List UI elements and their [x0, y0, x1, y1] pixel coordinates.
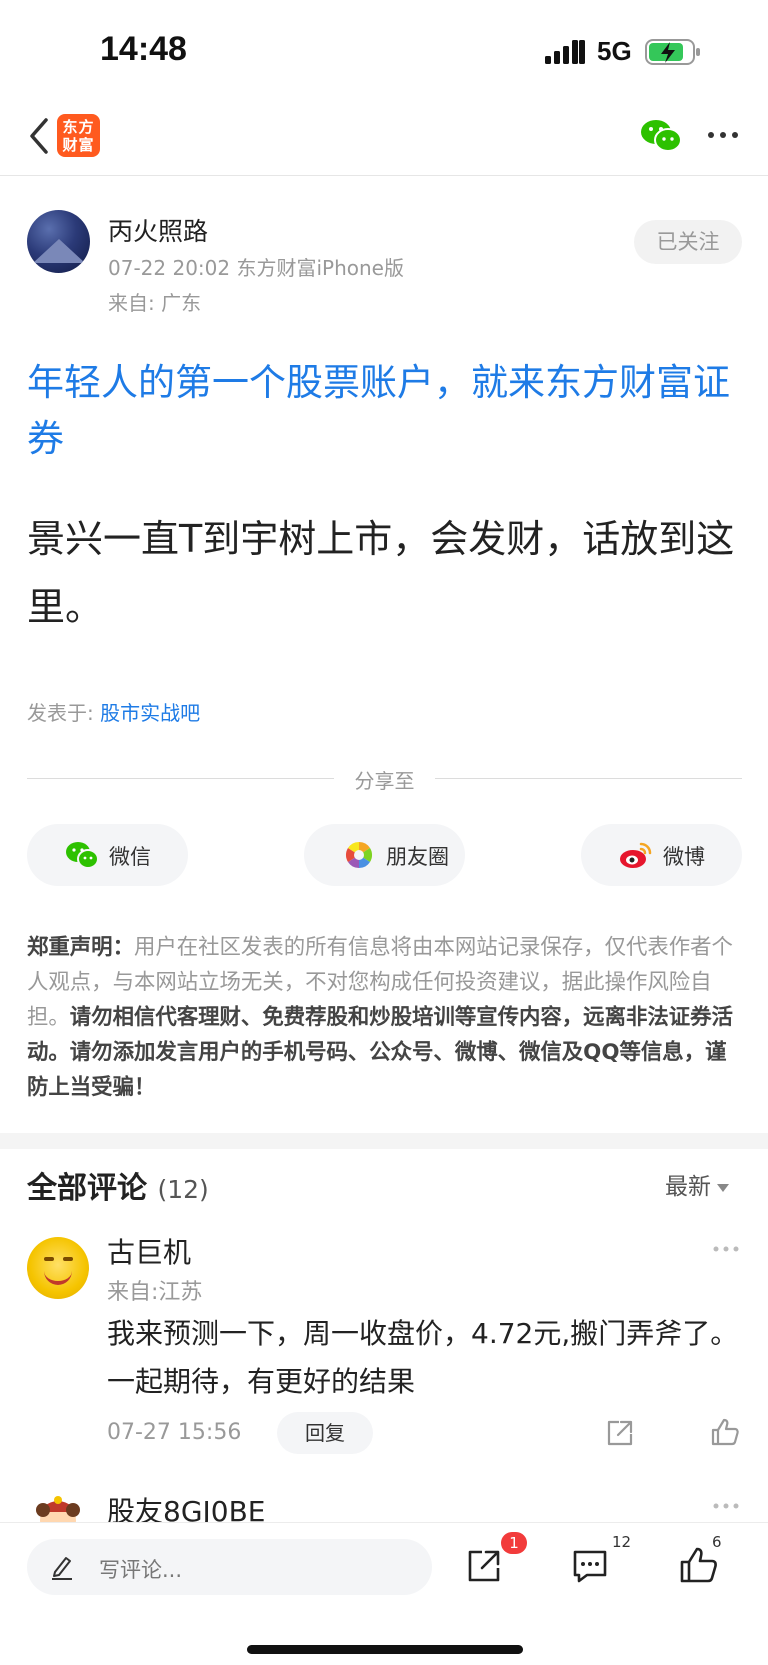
- signal-icon: [545, 40, 585, 64]
- comment-time: 07-27 15:56: [107, 1420, 242, 1445]
- share-moments-label: 朋友圈: [386, 845, 449, 869]
- wechat-icon: [66, 842, 99, 869]
- comment-share-icon[interactable]: [605, 1418, 635, 1448]
- home-indicator: [247, 1645, 523, 1654]
- share-wechat-button[interactable]: 微信: [27, 824, 188, 886]
- sort-dropdown[interactable]: 最新: [665, 1167, 729, 1201]
- share-weibo-label: 微博: [663, 845, 705, 869]
- share-wechat-label: 微信: [109, 845, 151, 869]
- battery-icon: [645, 39, 700, 65]
- comment-text: 我来预测一下，周一收盘价，4.72元,搬门弄斧了。一起期待，有更好的结果: [107, 1317, 739, 1398]
- comment-placeholder: 写评论...: [99, 1558, 183, 1582]
- disclaimer-warning: 请勿相信代客理财、免费荐股和炒股培训等宣传内容，远离非法证券活动。请勿添加发言用…: [27, 1005, 733, 1100]
- comment-more-icon[interactable]: [712, 1502, 740, 1510]
- comments-title-text: 全部评论: [27, 1171, 147, 1206]
- comment-like-icon[interactable]: [710, 1417, 740, 1447]
- pen-icon: [52, 1557, 72, 1580]
- share-badge: 1: [501, 1532, 527, 1554]
- more-icon[interactable]: [707, 125, 739, 145]
- share-divider: 分享至: [27, 765, 742, 795]
- moments-icon: [345, 841, 373, 869]
- wechat-share-icon[interactable]: [640, 118, 682, 154]
- commenter-avatar[interactable]: [27, 1237, 89, 1299]
- like-icon[interactable]: [678, 1545, 718, 1585]
- share-label: 分享至: [354, 769, 415, 793]
- disclaimer: 郑重声明：用户在社区发表的所有信息将由本网站记录保存，仅代表作者个人观点，与本网…: [27, 930, 743, 1105]
- app-logo: 东方财富: [57, 114, 100, 157]
- share-moments-button[interactable]: 朋友圈: [304, 824, 465, 886]
- like-count: 6: [712, 1533, 722, 1551]
- author-avatar[interactable]: [27, 210, 90, 273]
- comment-input[interactable]: 写评论...: [27, 1539, 432, 1595]
- status-time: 14:48: [100, 30, 187, 68]
- status-bar: 14:48 5G: [0, 0, 768, 100]
- author-location: 来自: 广东: [108, 291, 202, 315]
- commenter-location: 来自:江苏: [107, 1280, 203, 1305]
- comment-more-icon[interactable]: [712, 1245, 740, 1253]
- commenter-name[interactable]: 古巨机: [107, 1231, 191, 1271]
- nav-bar: 东方财富: [0, 100, 768, 176]
- posted-in: 发表于: 股市实战吧: [27, 697, 200, 726]
- weibo-icon: [620, 842, 652, 868]
- share-icon[interactable]: [465, 1547, 503, 1585]
- comment-count: 12: [612, 1533, 632, 1551]
- disclaimer-lead: 郑重声明：: [27, 935, 134, 960]
- bottom-action-bar: 写评论... 1 12 6: [0, 1522, 768, 1665]
- post-meta: 07-22 20:02 东方财富iPhone版: [108, 256, 404, 280]
- post-title[interactable]: 年轻人的第一个股票账户，就来东方财富证券: [27, 355, 747, 467]
- comments-count: (12): [157, 1175, 209, 1204]
- network-type: 5G: [597, 36, 632, 66]
- sort-label: 最新: [665, 1174, 711, 1200]
- reply-button[interactable]: 回复: [277, 1412, 373, 1454]
- comment-icon[interactable]: [571, 1548, 609, 1584]
- section-divider: [0, 1133, 768, 1149]
- back-icon[interactable]: [22, 114, 58, 158]
- post-body: 景兴一直T到宇树上市，会发财，话放到这里。: [27, 517, 735, 629]
- share-weibo-button[interactable]: 微博: [581, 824, 742, 886]
- caret-down-icon: [717, 1183, 729, 1192]
- author-name[interactable]: 丙火照路: [108, 212, 208, 248]
- commenter-avatar[interactable]: [27, 1490, 89, 1522]
- posted-in-label: 发表于:: [27, 701, 101, 725]
- follow-button[interactable]: 已关注: [634, 220, 742, 264]
- comments-title: 全部评论 (12): [27, 1163, 209, 1207]
- forum-link[interactable]: 股市实战吧: [100, 701, 200, 725]
